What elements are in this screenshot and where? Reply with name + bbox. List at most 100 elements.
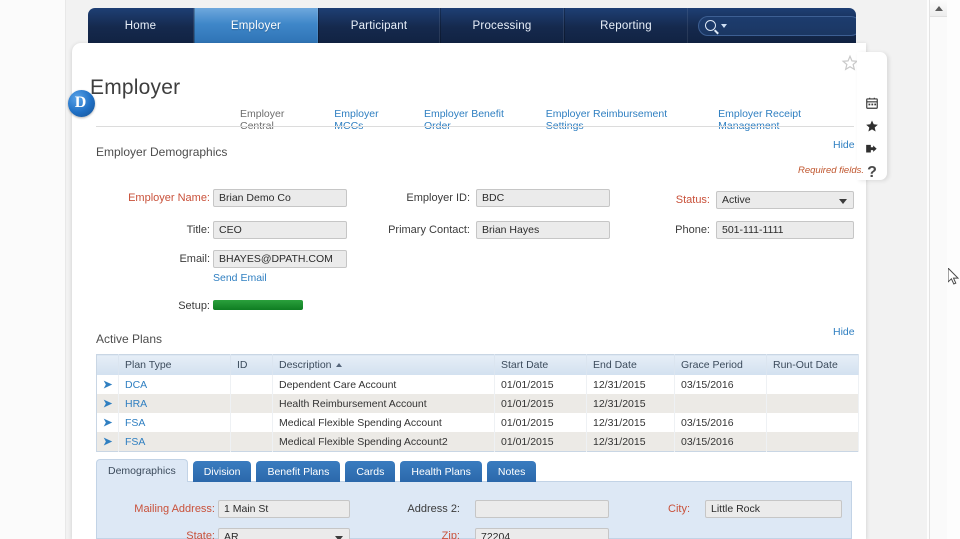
expand-row-icon[interactable]: ➤ bbox=[103, 417, 112, 429]
expand-row-icon[interactable]: ➤ bbox=[103, 436, 112, 448]
col-label: Plan Type bbox=[125, 359, 172, 371]
sort-ascending-icon bbox=[336, 363, 342, 367]
row-expand-cell[interactable]: ➤ bbox=[97, 394, 119, 413]
row-expand-cell[interactable]: ➤ bbox=[97, 432, 119, 452]
cell-end-date: 12/31/2015 bbox=[587, 375, 675, 394]
col-end-date[interactable]: End Date bbox=[587, 355, 675, 376]
nav-item-label: Home bbox=[125, 20, 156, 32]
email-label: Email: bbox=[60, 253, 210, 265]
col-description[interactable]: Description bbox=[273, 355, 495, 376]
tab-notes[interactable]: Notes bbox=[487, 461, 536, 482]
subnav-link-employer-benefit-order[interactable]: Employer Benefit Order bbox=[424, 108, 530, 132]
status-label: Status: bbox=[610, 194, 710, 206]
hide-demographics-link[interactable]: Hide bbox=[833, 139, 855, 151]
required-fields-note: Required fields. bbox=[798, 165, 864, 176]
help-icon[interactable]: ? bbox=[864, 165, 880, 181]
state-select-value: AR bbox=[224, 531, 239, 539]
row-expand-cell[interactable]: ➤ bbox=[97, 375, 119, 394]
state-select[interactable]: AR bbox=[218, 528, 350, 539]
col-id[interactable]: ID bbox=[231, 355, 273, 376]
nav-item-employer[interactable]: Employer bbox=[194, 8, 318, 43]
nav-item-processing[interactable]: Processing bbox=[440, 8, 564, 43]
nav-item-label: Processing bbox=[473, 20, 532, 32]
mailing-address-label: Mailing Address: bbox=[110, 503, 215, 515]
cell-start-date: 01/01/2015 bbox=[495, 394, 587, 413]
email-input[interactable] bbox=[213, 250, 347, 268]
cell-grace-period: 03/15/2016 bbox=[675, 432, 767, 452]
global-search-box[interactable] bbox=[698, 16, 856, 36]
zip-input[interactable] bbox=[475, 528, 609, 539]
nav-item-participant[interactable]: Participant bbox=[318, 8, 440, 43]
col-label: Description bbox=[279, 359, 332, 371]
tab-benefit-plans[interactable]: Benefit Plans bbox=[256, 461, 340, 482]
active-plans-heading: Active Plans bbox=[96, 332, 162, 346]
state-label: State: bbox=[110, 530, 215, 539]
subnav-link-employer-receipt-management[interactable]: Employer Receipt Management bbox=[718, 108, 860, 132]
cell-plan-type[interactable]: HRA bbox=[119, 394, 231, 413]
col-grace-period[interactable]: Grace Period bbox=[675, 355, 767, 376]
scroll-up-button[interactable] bbox=[930, 0, 947, 17]
calendar-icon[interactable] bbox=[864, 96, 880, 110]
tab-division[interactable]: Division bbox=[193, 461, 252, 482]
scroll-up-arrow-icon bbox=[935, 6, 943, 11]
tab-cards[interactable]: Cards bbox=[345, 461, 395, 482]
employer-id-input[interactable] bbox=[476, 189, 610, 207]
table-row[interactable]: ➤ DCA Dependent Care Account 01/01/2015 … bbox=[97, 375, 859, 394]
add-favorite-icon[interactable] bbox=[864, 142, 880, 156]
plan-type-link[interactable]: DCA bbox=[125, 379, 147, 391]
expand-row-icon[interactable]: ➤ bbox=[103, 379, 112, 391]
plan-type-link[interactable]: HRA bbox=[125, 398, 147, 410]
employer-id-label: Employer ID: bbox=[330, 192, 470, 204]
mailing-address-input[interactable] bbox=[218, 500, 350, 518]
phone-input[interactable] bbox=[716, 221, 854, 239]
cell-run-out-date bbox=[767, 375, 859, 394]
cell-plan-type[interactable]: FSA bbox=[119, 413, 231, 432]
tab-health-plans[interactable]: Health Plans bbox=[400, 461, 482, 482]
tab-label: Division bbox=[204, 466, 241, 478]
expand-row-icon[interactable]: ➤ bbox=[103, 398, 112, 410]
sub-navigation: Employer Central Employer MCCs Employer … bbox=[240, 108, 860, 132]
col-plan-type[interactable]: Plan Type bbox=[119, 355, 231, 376]
plan-type-link[interactable]: FSA bbox=[125, 436, 145, 448]
nav-item-home[interactable]: Home bbox=[88, 8, 194, 43]
nav-item-reporting[interactable]: Reporting bbox=[564, 8, 688, 43]
title-input[interactable] bbox=[213, 221, 347, 239]
cell-description: Dependent Care Account bbox=[273, 375, 495, 394]
scrollbar-track[interactable] bbox=[930, 17, 947, 539]
city-input[interactable] bbox=[705, 500, 842, 518]
left-gutter bbox=[0, 0, 66, 539]
row-expand-cell[interactable]: ➤ bbox=[97, 413, 119, 432]
cell-end-date: 12/31/2015 bbox=[587, 432, 675, 452]
zip-label: Zip: bbox=[400, 530, 460, 539]
setup-label: Setup: bbox=[60, 300, 210, 312]
search-input[interactable] bbox=[727, 20, 856, 32]
bottom-tab-strip: Demographics Division Benefit Plans Card… bbox=[96, 459, 536, 482]
plan-type-link[interactable]: FSA bbox=[125, 417, 145, 429]
subnav-link-employer-central[interactable]: Employer Central bbox=[240, 108, 318, 132]
star-icon[interactable] bbox=[864, 119, 880, 133]
tab-label: Notes bbox=[498, 466, 525, 478]
subnav-link-employer-reimbursement-settings[interactable]: Employer Reimbursement Settings bbox=[546, 108, 702, 132]
col-start-date[interactable]: Start Date bbox=[495, 355, 587, 376]
table-row[interactable]: ➤ FSA Medical Flexible Spending Account2… bbox=[97, 432, 859, 452]
col-label: Start Date bbox=[501, 359, 548, 371]
search-icon bbox=[705, 20, 716, 31]
send-email-link[interactable]: Send Email bbox=[213, 272, 267, 284]
address-2-input[interactable] bbox=[475, 500, 609, 518]
status-select[interactable]: Active bbox=[716, 191, 854, 209]
employer-name-label: Employer Name: bbox=[60, 192, 210, 204]
cell-plan-type[interactable]: DCA bbox=[119, 375, 231, 394]
primary-contact-input[interactable] bbox=[476, 221, 610, 239]
employer-name-input[interactable] bbox=[213, 189, 347, 207]
header-divider bbox=[96, 126, 854, 127]
nav-search-area bbox=[688, 8, 856, 43]
subnav-link-employer-mccs[interactable]: Employer MCCs bbox=[334, 108, 408, 132]
hide-active-plans-link[interactable]: Hide bbox=[833, 326, 855, 338]
tab-demographics[interactable]: Demographics bbox=[96, 459, 188, 482]
nav-item-label: Participant bbox=[351, 20, 408, 32]
vertical-scrollbar[interactable] bbox=[929, 0, 946, 539]
cell-plan-type[interactable]: FSA bbox=[119, 432, 231, 452]
table-row[interactable]: ➤ FSA Medical Flexible Spending Account … bbox=[97, 413, 859, 432]
col-run-out-date[interactable]: Run-Out Date bbox=[767, 355, 859, 376]
table-row[interactable]: ➤ HRA Health Reimbursement Account 01/01… bbox=[97, 394, 859, 413]
